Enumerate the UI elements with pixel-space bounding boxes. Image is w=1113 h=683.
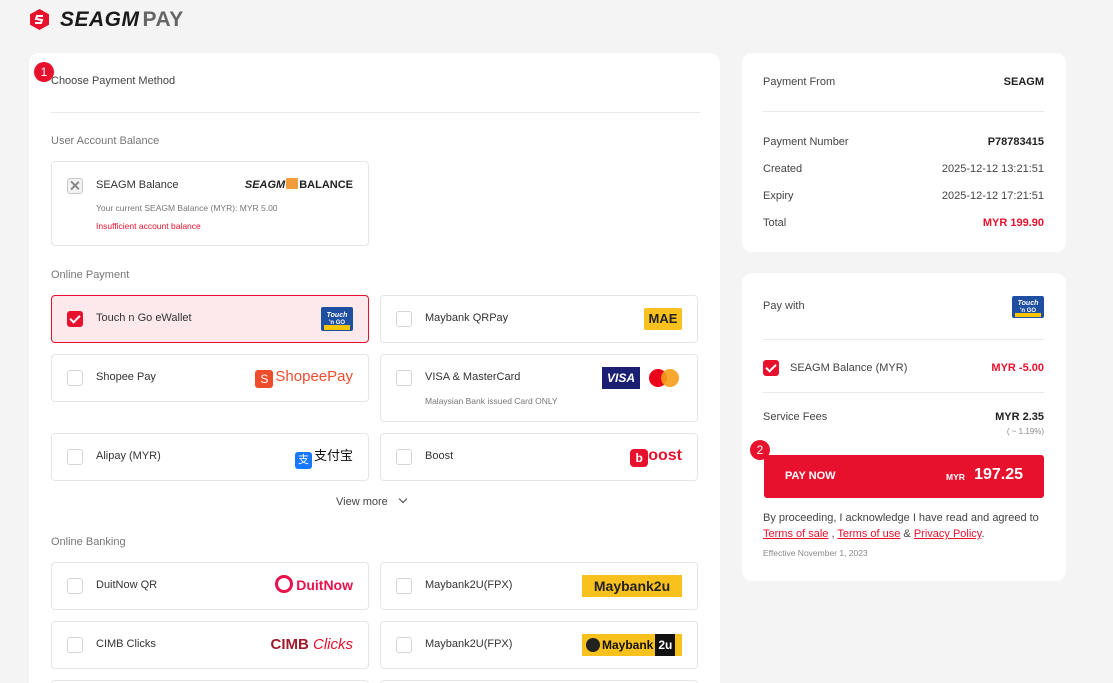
- option-label: Maybank2U(FPX): [425, 638, 513, 650]
- balance-note: Your current SEAGM Balance (MYR): MYR 5.…: [96, 203, 278, 213]
- boost-logo-icon: b oost: [630, 445, 682, 467]
- divider: [51, 112, 700, 113]
- option-label: Maybank2U(FPX): [425, 579, 513, 591]
- checkbox[interactable]: [67, 449, 83, 465]
- divider: [763, 392, 1044, 393]
- service-fees-value: MYR 2.35: [995, 411, 1044, 423]
- brand-logo[interactable]: SEAGM PAY: [60, 8, 184, 32]
- online-payment-heading: Online Payment: [51, 269, 130, 281]
- account-balance-heading: User Account Balance: [51, 135, 160, 147]
- option-label: Touch n Go eWallet: [96, 312, 192, 324]
- seagm-balance-label: SEAGM Balance: [96, 179, 179, 191]
- svg-text:Touch: Touch: [327, 312, 348, 319]
- expiry-value: 2025-12-12 17:21:51: [941, 190, 1044, 202]
- visa-logo-icon: VISA: [602, 367, 640, 389]
- option-boost[interactable]: Boost b oost: [380, 433, 698, 481]
- expiry-label: Expiry: [763, 190, 794, 202]
- checkbox-checked[interactable]: [67, 311, 83, 327]
- maybank2u-logo-icon: Maybank2u: [582, 575, 682, 597]
- pay-now-label: PAY NOW: [785, 470, 836, 482]
- tng-logo-icon: Touch 'n GO: [321, 307, 353, 331]
- checkbox[interactable]: [396, 311, 412, 327]
- option-label: VISA & MasterCard: [425, 371, 521, 383]
- option-label: Boost: [425, 450, 454, 462]
- seagm-balance-logo: SEAGM BALANCE: [244, 178, 353, 191]
- total-value: MYR 199.90: [982, 217, 1044, 229]
- mastercard-logo-icon: [649, 369, 679, 387]
- view-more-button[interactable]: View more: [336, 494, 408, 508]
- card-note: Malaysian Bank issued Card ONLY: [425, 396, 558, 406]
- seagm-balance-option[interactable]: SEAGM Balance SEAGM BALANCE Your current …: [51, 161, 369, 246]
- created-label: Created: [763, 163, 803, 175]
- chevron-down-icon: [398, 494, 408, 504]
- brand-pay: PAY: [142, 8, 184, 31]
- checkbox[interactable]: [396, 370, 412, 386]
- pay-now-currency: MYR: [946, 472, 965, 482]
- service-fees-label: Service Fees: [763, 411, 828, 423]
- payment-number-value: P78783415: [987, 136, 1044, 148]
- mae-logo-icon: MAE: [644, 308, 682, 330]
- maybank2u-dark-logo-icon: Maybank 2u: [582, 634, 682, 656]
- option-shopee-pay[interactable]: Shopee Pay S ShopeePay: [51, 354, 369, 402]
- payment-summary-card: Payment From SEAGM Payment Number P78783…: [742, 53, 1066, 252]
- payment-from-value: SEAGM: [1003, 76, 1044, 88]
- created-value: 2025-12-12 13:21:51: [941, 163, 1044, 175]
- divider: [763, 339, 1044, 340]
- terms-text: By proceeding, I acknowledge I have read…: [763, 512, 1039, 540]
- disabled-checkbox: [67, 178, 83, 194]
- seagm-logo-icon: [30, 9, 49, 30]
- duitnow-logo-icon: DuitNow: [275, 575, 353, 595]
- tng-logo-icon: Touch 'n GO: [1012, 296, 1044, 318]
- shopeepay-logo-icon: S ShopeePay: [255, 367, 353, 388]
- option-cimb-clicks[interactable]: CIMB Clicks CIMB Clicks: [51, 621, 369, 669]
- seagm-balance-myr-label: SEAGM Balance (MYR): [790, 362, 908, 374]
- option-duitnow[interactable]: DuitNow QR DuitNow: [51, 562, 369, 610]
- checkbox[interactable]: [396, 637, 412, 653]
- checkbox[interactable]: [67, 370, 83, 386]
- option-label: Maybank QRPay: [425, 312, 509, 324]
- terms-of-use-link[interactable]: Terms of use: [837, 528, 900, 540]
- option-maybank2u-fpx-2[interactable]: Maybank2U(FPX) Maybank 2u: [380, 621, 698, 669]
- service-fees-percent: ( ~ 1.19%): [1006, 427, 1044, 436]
- pay-with-card: Pay with Touch 'n GO SEAGM Balance (MYR)…: [742, 273, 1066, 581]
- alipay-logo-icon: 支支付宝: [294, 447, 353, 469]
- online-banking-heading: Online Banking: [51, 536, 126, 548]
- option-label: Shopee Pay: [96, 371, 156, 383]
- terms-intro: By proceeding, I acknowledge I have read…: [763, 512, 1039, 524]
- payment-method-title: Choose Payment Method: [51, 75, 176, 87]
- checkbox[interactable]: [67, 637, 83, 653]
- terms-of-sale-link[interactable]: Terms of sale: [763, 528, 828, 540]
- option-label: CIMB Clicks: [96, 638, 156, 650]
- option-maybank-qrpay[interactable]: Maybank QRPay MAE: [380, 295, 698, 343]
- privacy-policy-link[interactable]: Privacy Policy: [914, 528, 982, 540]
- view-more-label: View more: [336, 496, 388, 508]
- total-label: Total: [763, 217, 787, 229]
- brand-name: SEAGM: [60, 8, 140, 31]
- payment-from-label: Payment From: [763, 76, 836, 88]
- checkbox[interactable]: [396, 578, 412, 594]
- divider: [763, 111, 1044, 112]
- option-label: DuitNow QR: [96, 579, 158, 591]
- seagm-balance-checkbox[interactable]: [763, 360, 779, 376]
- payment-number-label: Payment Number: [763, 136, 849, 148]
- pay-now-amount: 197.25: [974, 466, 1023, 483]
- pay-now-button[interactable]: PAY NOW MYR 197.25: [764, 455, 1044, 498]
- payment-method-card: 1 Choose Payment Method User Account Bal…: [29, 53, 720, 683]
- option-alipay[interactable]: Alipay (MYR) 支支付宝: [51, 433, 369, 481]
- insufficient-balance-error: Insufficient account balance: [96, 221, 201, 231]
- effective-date: Effective November 1, 2023: [763, 548, 868, 558]
- option-visa-mastercard[interactable]: VISA & MasterCard Malaysian Bank issued …: [380, 354, 698, 422]
- header: SEAGM PAY: [0, 0, 1113, 40]
- pay-with-title: Pay with: [763, 300, 805, 312]
- option-maybank2u-fpx[interactable]: Maybank2U(FPX) Maybank2u: [380, 562, 698, 610]
- checkbox[interactable]: [396, 449, 412, 465]
- cimb-clicks-logo-icon: CIMB Clicks: [270, 636, 354, 653]
- svg-text:Touch: Touch: [1018, 300, 1039, 307]
- checkbox[interactable]: [67, 578, 83, 594]
- option-touch-n-go[interactable]: Touch n Go eWallet Touch 'n GO: [51, 295, 369, 343]
- option-label: Alipay (MYR): [96, 450, 161, 462]
- seagm-balance-myr-value: MYR -5.00: [991, 362, 1044, 374]
